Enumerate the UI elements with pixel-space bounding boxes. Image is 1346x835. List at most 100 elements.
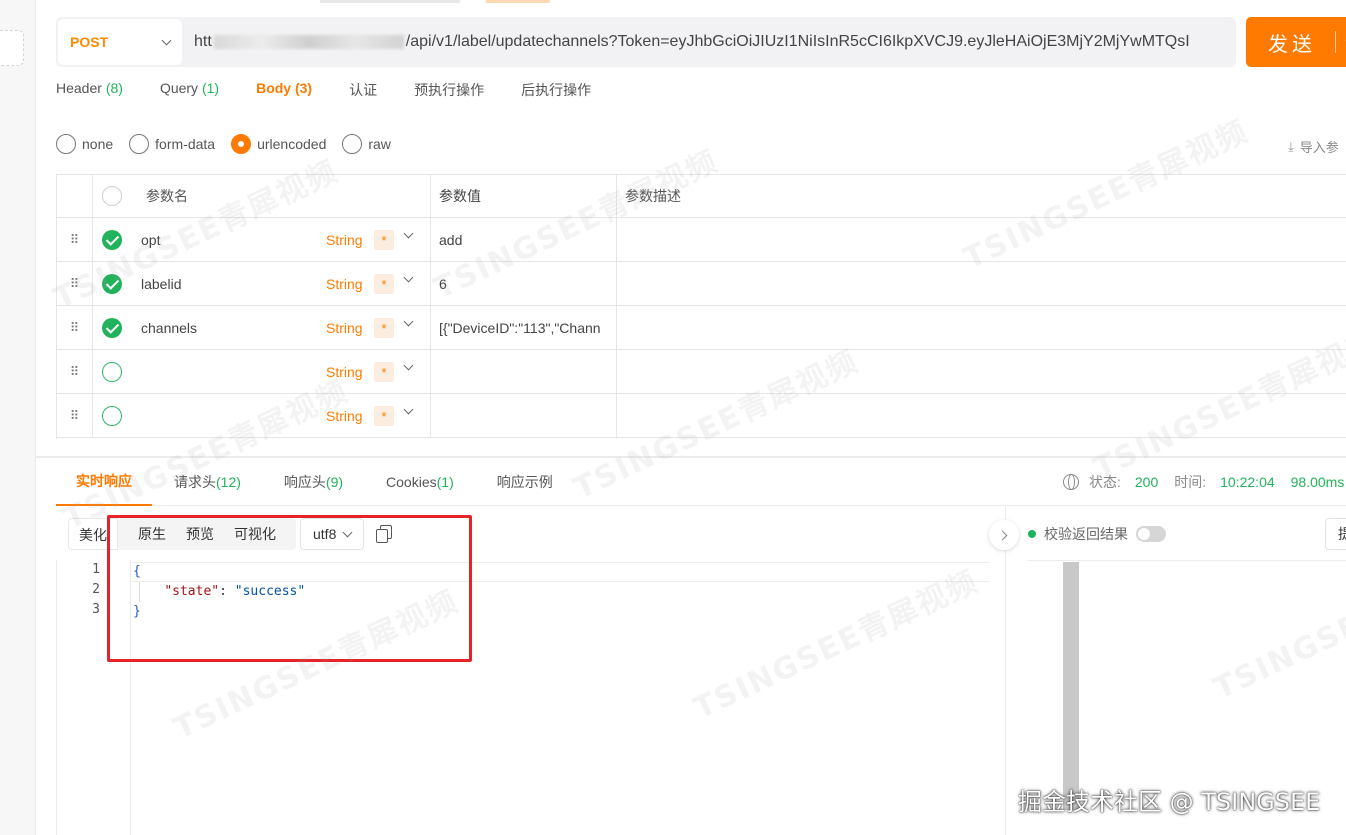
line-number: 1 <box>92 562 100 577</box>
tab-response-headers[interactable]: 响应头 (9) <box>284 458 343 506</box>
send-label: 发送 <box>1268 33 1316 56</box>
required-badge[interactable]: * <box>374 318 394 338</box>
send-divider <box>1335 31 1336 53</box>
line-number: 3 <box>92 602 100 617</box>
import-params-button[interactable]: ⤓ 导入参 <box>1288 137 1339 156</box>
sidebar-tab-stub[interactable] <box>0 30 24 66</box>
tab-post-request[interactable]: 后执行操作 <box>521 80 591 102</box>
credit-watermark: 掘金技术社区 @ TSINGSEE <box>1018 788 1321 816</box>
row-enabled-checkbox[interactable] <box>102 273 122 294</box>
chevron-down-icon <box>161 35 172 45</box>
param-type[interactable]: String <box>326 320 363 336</box>
tab-request-headers[interactable]: 请求头 (12) <box>174 458 241 506</box>
radio-form-data[interactable]: form-data <box>129 134 215 154</box>
response-status: 状态: 200 时间: 10:22:04 98.00ms <box>1063 472 1344 492</box>
chevron-down-icon[interactable] <box>403 272 414 283</box>
param-value[interactable] <box>430 350 617 393</box>
radio-circle <box>129 134 150 154</box>
required-badge[interactable]: * <box>374 406 394 426</box>
param-type[interactable]: String <box>326 408 363 424</box>
param-value[interactable]: 6 <box>430 262 617 305</box>
status-dot-icon <box>1028 530 1036 538</box>
chevron-down-icon[interactable] <box>403 228 414 239</box>
table-left-border <box>56 175 57 439</box>
table-header: 参数名 参数值 参数描述 <box>56 175 1346 218</box>
tab-query[interactable]: Query (1) <box>160 80 219 102</box>
table-row: ⠿ channels String * [{"DeviceID":"113","… <box>56 306 1346 350</box>
required-badge[interactable]: * <box>374 362 394 382</box>
toggle-switch[interactable] <box>1136 526 1166 542</box>
param-type[interactable]: String <box>326 276 363 292</box>
drag-handle-icon[interactable]: ⠿ <box>56 306 93 349</box>
tab-body[interactable]: Body (3) <box>256 80 312 102</box>
panel-divider <box>1028 560 1346 561</box>
tab-auth[interactable]: 认证 <box>349 80 377 102</box>
url-bar: POST htt /api/v1/label/updatechannels?To… <box>56 17 1236 67</box>
status-label: 状态: <box>1089 474 1121 490</box>
param-value[interactable]: add <box>430 218 617 261</box>
method-label: POST <box>70 34 109 50</box>
status-code: 200 <box>1134 474 1159 490</box>
tab-cookies[interactable]: Cookies (1) <box>386 458 454 506</box>
tab-header[interactable]: Header (8) <box>56 80 123 102</box>
required-badge[interactable]: * <box>374 230 394 250</box>
radio-raw[interactable]: raw <box>342 134 391 154</box>
duration-value: 98.00ms <box>1290 474 1345 490</box>
line-number: 2 <box>92 582 100 597</box>
param-name[interactable]: opt <box>141 232 160 248</box>
table-row: ⠿ String * <box>56 394 1346 438</box>
radio-none[interactable]: none <box>56 134 113 154</box>
drag-handle-icon[interactable]: ⠿ <box>56 262 93 305</box>
param-name[interactable]: channels <box>141 320 197 336</box>
row-enabled-checkbox[interactable] <box>102 361 122 382</box>
param-value[interactable] <box>430 394 617 437</box>
table-row: ⠿ String * <box>56 350 1346 394</box>
request-tabs: Header (8) Query (1) Body (3) 认证 预执行操作 后… <box>56 80 628 102</box>
download-icon: ⤓ <box>1288 138 1294 154</box>
params-table: 参数名 参数值 参数描述 ⠿ opt String * add ⠿ labeli… <box>56 174 1346 439</box>
chevron-down-icon[interactable] <box>403 404 414 415</box>
tab-pre-request[interactable]: 预执行操作 <box>414 80 484 102</box>
header-param-desc: 参数描述 <box>625 188 681 204</box>
left-sidebar <box>0 0 36 835</box>
url-path: /api/v1/label/updatechannels?Token=eyJhb… <box>405 33 1190 50</box>
row-enabled-checkbox[interactable] <box>102 317 122 338</box>
validate-response-toggle[interactable]: 校验返回结果 <box>1028 524 1166 544</box>
time-label: 时间: <box>1174 474 1207 490</box>
param-type[interactable]: String <box>326 232 363 248</box>
header-param-name: 参数名 <box>146 188 188 204</box>
radio-urlencoded[interactable]: urlencoded <box>231 134 326 154</box>
top-tab-stub <box>320 0 460 3</box>
collapse-panel-button[interactable] <box>989 520 1019 550</box>
send-button[interactable]: 发送 <box>1246 17 1346 67</box>
tab-response-examples[interactable]: 响应示例 <box>497 458 553 506</box>
row-enabled-checkbox[interactable] <box>102 229 122 250</box>
drag-handle-icon[interactable]: ⠿ <box>56 350 93 393</box>
chevron-down-icon[interactable] <box>403 316 414 327</box>
row-enabled-checkbox[interactable] <box>102 405 122 426</box>
redacted-host <box>213 35 404 49</box>
annotation-highlight-box <box>107 515 472 662</box>
radio-circle <box>342 134 363 154</box>
method-select[interactable]: POST <box>58 19 182 65</box>
table-row: ⠿ opt String * add <box>56 218 1346 262</box>
param-value[interactable]: [{"DeviceID":"113","Chann <box>430 306 617 349</box>
param-name[interactable]: labelid <box>141 276 181 292</box>
table-row: ⠿ labelid String * 6 <box>56 262 1346 306</box>
globe-icon[interactable] <box>1063 474 1079 490</box>
select-all-checkbox[interactable] <box>102 186 122 206</box>
time-value: 10:22:04 <box>1220 474 1275 490</box>
url-input[interactable]: htt /api/v1/label/updatechannels?Token=e… <box>182 33 1236 51</box>
tab-live-response[interactable]: 实时响应 <box>56 458 152 506</box>
chevron-right-icon <box>997 530 1008 540</box>
drag-handle-icon[interactable]: ⠿ <box>56 394 93 437</box>
drag-handle-icon[interactable]: ⠿ <box>56 218 93 261</box>
radio-circle-selected <box>231 134 252 154</box>
param-type[interactable]: String <box>326 364 363 380</box>
chevron-down-icon[interactable] <box>403 360 414 371</box>
required-badge[interactable]: * <box>374 274 394 294</box>
header-param-value: 参数值 <box>430 175 617 217</box>
radio-circle <box>56 134 76 154</box>
body-type-radios: none form-data urlencoded raw <box>56 134 407 154</box>
side-action-button[interactable]: 提 <box>1325 518 1346 550</box>
